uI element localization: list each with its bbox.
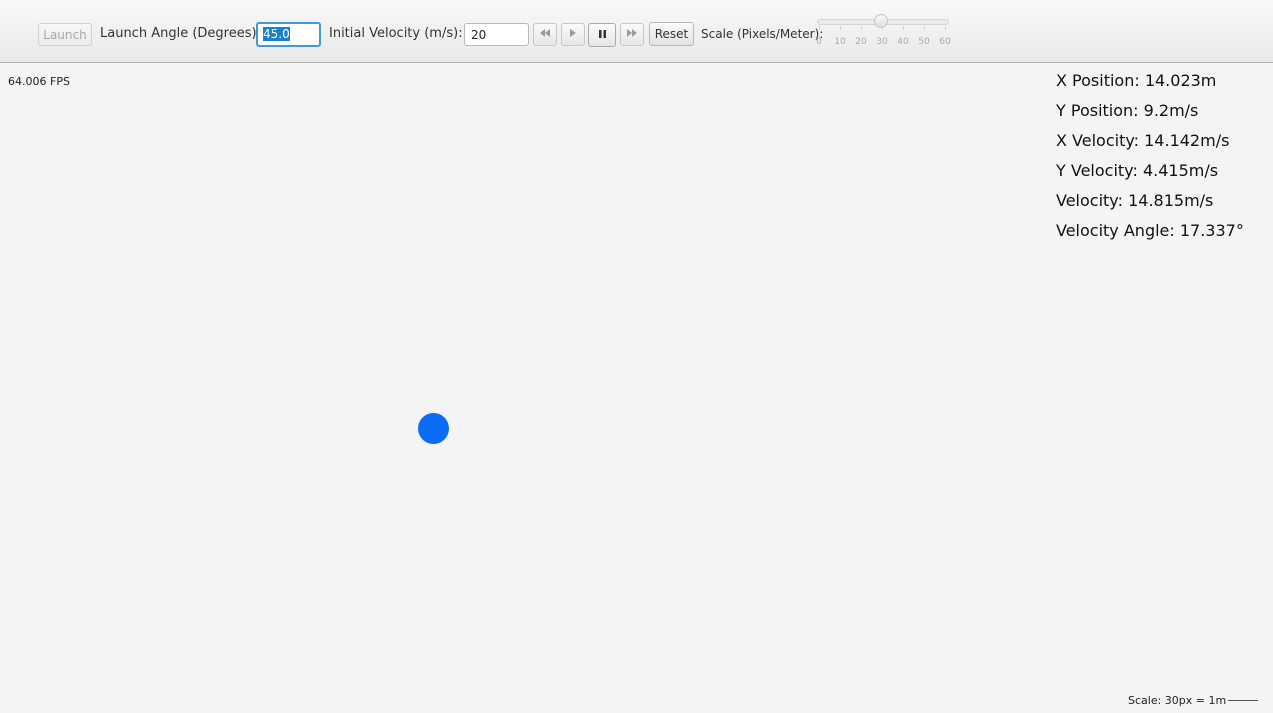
- slider-thumb[interactable]: [874, 14, 888, 28]
- rewind-icon: [540, 29, 550, 40]
- projectile: [418, 413, 449, 444]
- slider-tick-label: 10: [834, 37, 846, 47]
- reset-button[interactable]: Reset: [649, 22, 694, 46]
- slider-tick-label: 30: [876, 37, 888, 47]
- scale-indicator-bar: [1228, 700, 1258, 701]
- slider-tick-label: 20: [855, 37, 867, 47]
- slider-tick-label: 0: [816, 37, 822, 47]
- y-velocity-readout: Y Velocity: 4.415m/s: [1056, 161, 1219, 180]
- rewind-button[interactable]: [533, 23, 557, 46]
- fast-forward-button[interactable]: [620, 23, 644, 46]
- fast-forward-icon: [627, 29, 637, 40]
- initial-velocity-value: 20: [471, 28, 487, 42]
- launch-angle-value: 45.0: [263, 27, 290, 41]
- initial-velocity-label: Initial Velocity (m/s):: [329, 26, 463, 41]
- slider-tick: [924, 26, 925, 30]
- initial-velocity-input[interactable]: 20: [464, 23, 529, 46]
- launch-button[interactable]: Launch: [38, 23, 92, 46]
- x-position-readout: X Position: 14.023m: [1056, 71, 1217, 90]
- slider-tick: [819, 26, 820, 30]
- slider-tick: [840, 26, 841, 30]
- play-icon: [570, 29, 576, 40]
- slider-tick-label: 50: [918, 37, 930, 47]
- velocity-angle-readout: Velocity Angle: 17.337°: [1056, 221, 1244, 240]
- pause-icon: [598, 29, 606, 41]
- slider-tick: [861, 26, 862, 30]
- fps-counter: 64.006 FPS: [8, 75, 70, 88]
- slider-tick-label: 60: [939, 37, 951, 47]
- slider-tick-label: 40: [897, 37, 909, 47]
- slider-tick: [945, 26, 946, 30]
- y-position-readout: Y Position: 9.2m/s: [1056, 101, 1199, 120]
- slider-tick: [903, 26, 904, 30]
- pause-button[interactable]: [588, 23, 616, 47]
- play-button[interactable]: [561, 23, 585, 46]
- launch-angle-input[interactable]: 45.0: [256, 22, 321, 47]
- toolbar: Launch Launch Angle (Degrees): 45.0 Init…: [0, 0, 1273, 63]
- velocity-readout: Velocity: 14.815m/s: [1056, 191, 1214, 210]
- scale-label: Scale (Pixels/Meter):: [701, 27, 824, 41]
- scale-indicator-label: Scale: 30px = 1m: [1128, 694, 1227, 707]
- launch-angle-label: Launch Angle (Degrees):: [100, 26, 261, 41]
- x-velocity-readout: X Velocity: 14.142m/s: [1056, 131, 1230, 150]
